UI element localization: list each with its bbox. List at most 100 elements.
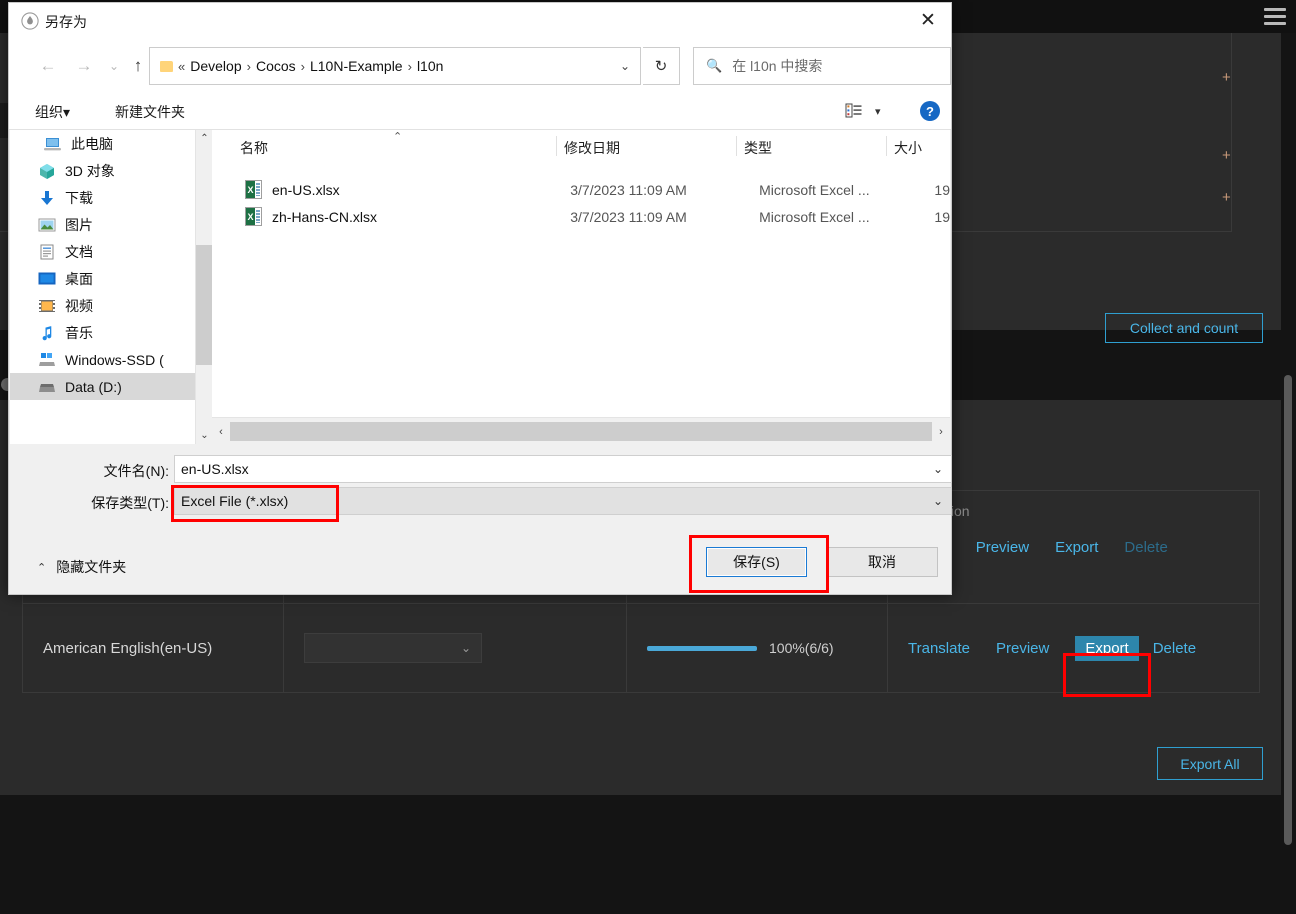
- hide-folders-toggle[interactable]: ⌃ 隐藏文件夹: [37, 557, 126, 577]
- new-folder-button[interactable]: 新建文件夹: [115, 102, 185, 122]
- file-date: 3/7/2023 11:09 AM: [570, 208, 687, 225]
- column-header-size[interactable]: 大小: [894, 138, 922, 158]
- app-vertical-scrollbar[interactable]: [1284, 375, 1292, 845]
- breadcrumb-item-l10n-example[interactable]: L10N-Example: [310, 58, 403, 74]
- sidebar-item-3d-objects[interactable]: 3D 对象: [10, 157, 195, 184]
- column-header-type[interactable]: 类型: [744, 138, 772, 158]
- hamburger-menu-icon[interactable]: [1264, 8, 1286, 25]
- sidebar-item-desktop[interactable]: 桌面: [10, 265, 195, 292]
- sidebar-item-downloads[interactable]: 下载: [10, 184, 195, 211]
- file-list: en-US.xlsx 3/7/2023 11:09 AM Microsoft E…: [212, 164, 950, 417]
- excel-file-icon: [245, 207, 262, 226]
- breadcrumb-separator: ›: [246, 58, 251, 74]
- desktop-icon: [38, 271, 56, 287]
- file-date: 3/7/2023 11:09 AM: [570, 181, 687, 198]
- organize-label: 组织: [35, 104, 63, 120]
- add-row-button-3[interactable]: +: [1222, 190, 1231, 205]
- action-preview[interactable]: Preview: [996, 640, 1049, 657]
- progress-cell: 100%(6/6): [627, 604, 888, 692]
- sidebar-item-label: 图片: [65, 216, 93, 233]
- progress-label: 100%(6/6): [769, 640, 834, 656]
- sidebar-item-pictures[interactable]: 图片: [10, 211, 195, 238]
- file-size: 19: [934, 181, 950, 198]
- list-view-icon[interactable]: [845, 102, 863, 120]
- this-pc-icon: [44, 136, 62, 152]
- organize-button[interactable]: 组织▾: [35, 102, 70, 122]
- language-select[interactable]: ⌄: [304, 633, 482, 663]
- search-icon: 🔍: [706, 58, 723, 73]
- chevron-down-icon[interactable]: ⌄: [620, 59, 630, 73]
- filename-label: 文件名(N):: [103, 463, 169, 479]
- scroll-left-icon[interactable]: ‹: [212, 418, 230, 445]
- file-type: Microsoft Excel ...: [759, 208, 870, 225]
- column-header-name[interactable]: 名称: [240, 138, 268, 158]
- folder-icon: [160, 60, 173, 72]
- sidebar-item-this-pc[interactable]: 此电脑: [10, 130, 195, 157]
- hide-folders-label: 隐藏文件夹: [56, 559, 127, 575]
- view-options-caret[interactable]: ▾: [875, 105, 881, 118]
- videos-icon: [38, 298, 56, 314]
- scroll-up-icon[interactable]: ⌃: [196, 130, 213, 147]
- add-row-button-1[interactable]: +: [1222, 70, 1231, 85]
- file-list-header: ⌃ 名称 修改日期 类型 大小: [212, 130, 950, 165]
- help-icon[interactable]: ?: [920, 101, 940, 121]
- language-name: American English: [43, 639, 160, 657]
- breadcrumb-separator: ›: [300, 58, 305, 74]
- search-input[interactable]: 🔍 在 l10n 中搜索: [693, 47, 951, 85]
- breadcrumb-separator: ›: [407, 58, 412, 74]
- action-translate[interactable]: Translate: [908, 640, 970, 657]
- sidebar-item-label: 桌面: [65, 270, 93, 287]
- forward-button[interactable]: →: [71, 53, 97, 79]
- drive-windows-icon: [38, 352, 56, 368]
- sidebar-item-documents[interactable]: 文档: [10, 238, 195, 265]
- scroll-down-icon[interactable]: ⌄: [196, 427, 213, 444]
- drive-icon: [38, 379, 56, 395]
- chevron-down-icon[interactable]: ⌄: [933, 494, 943, 508]
- action-export[interactable]: Export: [1075, 635, 1139, 661]
- dialog-title-bar: 另存为 ✕: [9, 3, 951, 39]
- list-item[interactable]: en-US.xlsx 3/7/2023 11:09 AM Microsoft E…: [212, 176, 950, 203]
- breadcrumb[interactable]: « Develop › Cocos › L10N-Example › l10n …: [149, 47, 641, 85]
- back-button[interactable]: ←: [35, 53, 61, 79]
- app-logo-icon: [21, 12, 39, 30]
- chevron-down-icon[interactable]: ⌄: [933, 462, 943, 476]
- navigation-tree: 此电脑 3D 对象 下载 图片 文档 桌面 视频 音乐 Windows-SSD …: [10, 130, 195, 444]
- breadcrumb-item-l10n[interactable]: l10n: [417, 58, 443, 74]
- cancel-button[interactable]: 取消: [826, 547, 938, 577]
- filetype-select[interactable]: Excel File (*.xlsx) ⌄: [174, 487, 952, 515]
- scroll-right-icon[interactable]: ›: [932, 418, 950, 445]
- sidebar-item-label: Data (D:): [65, 378, 122, 395]
- list-item[interactable]: zh-Hans-CN.xlsx 3/7/2023 11:09 AM Micros…: [212, 203, 950, 230]
- action-delete[interactable]: Delete: [1153, 640, 1196, 657]
- chevron-down-icon: ▾: [63, 104, 71, 120]
- action-export[interactable]: Export: [1055, 539, 1098, 556]
- excel-file-icon: [245, 180, 262, 199]
- tree-vertical-scrollbar[interactable]: ⌃ ⌄: [195, 130, 213, 444]
- actions-cell: Translate Preview Export Delete: [888, 604, 1259, 692]
- action-preview[interactable]: Preview: [976, 539, 1029, 556]
- tree-scroll-thumb[interactable]: [196, 245, 213, 365]
- documents-icon: [38, 244, 56, 260]
- add-row-button-2[interactable]: +: [1222, 148, 1231, 163]
- save-button[interactable]: 保存(S): [706, 547, 807, 577]
- hscroll-thumb[interactable]: [230, 422, 932, 441]
- close-icon[interactable]: ✕: [905, 3, 951, 37]
- sidebar-item-videos[interactable]: 视频: [10, 292, 195, 319]
- up-one-level-button[interactable]: ↑: [125, 53, 151, 79]
- recent-locations-button[interactable]: ⌄: [101, 53, 127, 79]
- sidebar-item-data-d[interactable]: Data (D:): [10, 373, 195, 400]
- column-header-date[interactable]: 修改日期: [564, 138, 620, 158]
- export-all-button[interactable]: Export All: [1157, 747, 1263, 780]
- refresh-icon[interactable]: ↻: [643, 47, 680, 85]
- table-row: American English (en-US) ⌄ 100%(6/6) Tra…: [23, 604, 1259, 693]
- breadcrumb-item-cocos[interactable]: Cocos: [256, 58, 296, 74]
- sidebar-item-windows-ssd[interactable]: Windows-SSD (: [10, 346, 195, 373]
- sidebar-item-music[interactable]: 音乐: [10, 319, 195, 346]
- language-name-cell: American English (en-US): [23, 604, 284, 692]
- action-delete[interactable]: Delete: [1124, 539, 1167, 556]
- sidebar-item-label: Windows-SSD (: [65, 351, 164, 368]
- filename-input[interactable]: en-US.xlsx ⌄: [174, 455, 952, 483]
- collect-and-count-button[interactable]: Collect and count: [1105, 313, 1263, 343]
- breadcrumb-item-develop[interactable]: Develop: [190, 58, 241, 74]
- file-list-horizontal-scrollbar[interactable]: ‹ ›: [212, 417, 950, 445]
